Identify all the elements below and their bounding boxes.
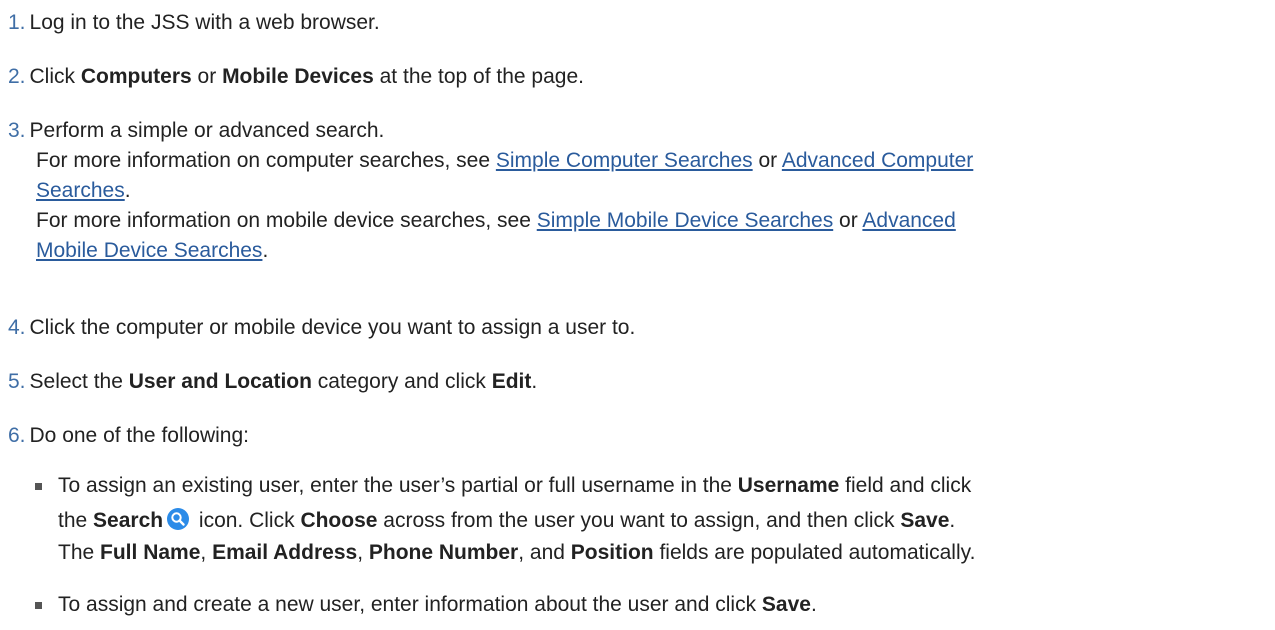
note-text: For more information on computer searche…: [36, 149, 496, 172]
step-number: 5.: [8, 370, 26, 393]
option-line: The Full Name, Email Address, Phone Numb…: [58, 537, 1275, 569]
options-list: To assign an existing user, enter the us…: [33, 470, 1275, 621]
advanced-mobile-device-searches-link-cont[interactable]: Mobile Device Searches: [36, 239, 262, 262]
option-new-user: To assign and create a new user, enter i…: [33, 589, 1275, 621]
option-text: the: [58, 509, 94, 532]
simple-computer-searches-link[interactable]: Simple Computer Searches: [496, 149, 753, 172]
search-label: Search: [93, 509, 164, 532]
option-text: fields are populated automatically.: [653, 541, 976, 564]
option-text: ,: [357, 541, 369, 564]
mobile-search-note-cont: Mobile Device Searches.: [8, 236, 1275, 266]
step-number: 3.: [8, 119, 26, 142]
note-text: or: [752, 149, 782, 172]
option-text: To assign an existing user, enter the us…: [58, 474, 738, 497]
advanced-mobile-device-searches-link[interactable]: Advanced: [862, 209, 955, 232]
step-text: Log in to the JSS with a web browser.: [29, 11, 380, 34]
option-line: the Search icon. Click Choose across fro…: [58, 505, 1275, 537]
option-existing-user: To assign an existing user, enter the us…: [33, 470, 1275, 569]
note-text: .: [124, 179, 131, 202]
user-and-location-label: User and Location: [128, 370, 312, 393]
step-text: category and click: [311, 370, 492, 393]
step-5: 5. Select the User and Location category …: [8, 367, 1275, 397]
option-text: .: [810, 593, 817, 616]
option-text: To assign and create a new user, enter i…: [58, 593, 762, 616]
step-4: 4. Click the computer or mobile device yo…: [8, 313, 1275, 343]
step-text: Click: [29, 65, 81, 88]
step-text: or: [191, 65, 223, 88]
note-text: .: [262, 239, 269, 262]
step-3: 3. Perform a simple or advanced search. F…: [8, 116, 1275, 266]
edit-label: Edit: [491, 370, 532, 393]
option-text: , and: [518, 541, 571, 564]
advanced-computer-searches-link[interactable]: Advanced Computer: [782, 149, 973, 172]
bullet-marker: [35, 483, 42, 490]
advanced-computer-searches-link-cont[interactable]: Searches: [36, 179, 125, 202]
username-label: Username: [737, 474, 840, 497]
computer-search-note-cont: Searches.: [8, 176, 1275, 206]
step-6: 6. Do one of the following:: [8, 421, 1275, 451]
option-line: To assign an existing user, enter the us…: [58, 470, 1275, 502]
save-label: Save: [900, 509, 950, 532]
bullet-marker: [35, 602, 42, 609]
step-text: .: [531, 370, 538, 393]
choose-label: Choose: [300, 509, 378, 532]
email-address-label: Email Address: [212, 541, 358, 564]
full-name-label: Full Name: [100, 541, 201, 564]
note-text: For more information on mobile device se…: [36, 209, 537, 232]
computer-search-note: For more information on computer searche…: [8, 146, 1275, 176]
mobile-devices-label: Mobile Devices: [222, 65, 374, 88]
step-text: at the top of the page.: [373, 65, 584, 88]
step-number: 1.: [8, 11, 26, 34]
option-text: .: [949, 509, 956, 532]
step-number: 6.: [8, 424, 26, 447]
note-text: or: [833, 209, 863, 232]
option-text: icon. Click: [193, 509, 301, 532]
step-number: 4.: [8, 316, 26, 339]
save-label: Save: [761, 593, 811, 616]
step-2: 2. Click Computers or Mobile Devices at t…: [8, 62, 1275, 92]
option-text: field and click: [839, 474, 972, 497]
step-text: Do one of the following:: [29, 424, 249, 447]
option-text: The: [58, 541, 101, 564]
mobile-search-note: For more information on mobile device se…: [8, 206, 1275, 236]
step-number: 2.: [8, 65, 26, 88]
phone-number-label: Phone Number: [368, 541, 519, 564]
option-text: across from the user you want to assign,…: [377, 509, 901, 532]
search-icon[interactable]: [167, 508, 190, 530]
step-text: Perform a simple or advanced search.: [29, 119, 385, 142]
position-label: Position: [570, 541, 654, 564]
simple-mobile-device-searches-link[interactable]: Simple Mobile Device Searches: [537, 209, 833, 232]
option-text: ,: [200, 541, 213, 564]
step-1: 1. Log in to the JSS with a web browser.: [8, 8, 1275, 38]
step-text: Select the: [29, 370, 129, 393]
step-text: Click the computer or mobile device you …: [29, 316, 636, 339]
computers-label: Computers: [80, 65, 192, 88]
